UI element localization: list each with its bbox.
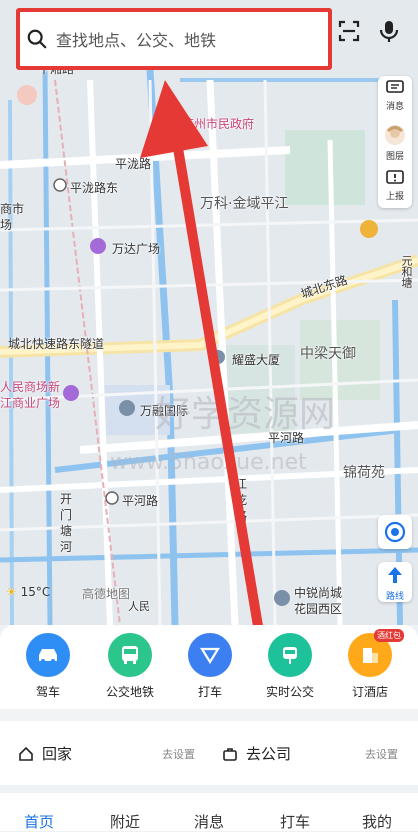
poi-label-renmin: 人民商场新	[0, 380, 61, 394]
taxi-button[interactable]: 打车	[170, 633, 250, 700]
report-button[interactable]: 上报	[378, 170, 412, 202]
sun-icon: ☀	[6, 585, 17, 599]
road-label-yuanhe: 元和塘	[400, 255, 413, 288]
road-label-kaimen: 门	[60, 508, 73, 522]
station-label-pinglong: 平泷路东	[70, 181, 119, 195]
poi-label-yaosheng: 耀盛大厦	[232, 353, 281, 367]
watermark: 好学资源网	[155, 394, 336, 435]
locate-button[interactable]	[378, 515, 412, 549]
road-label-pinglong: 平泷路	[115, 157, 152, 171]
hotel-button[interactable]: 酒红包 订酒店	[330, 629, 410, 700]
search-box[interactable]: 查找地点、公交、地铁	[16, 8, 332, 70]
station-label-pinghe: 平河路	[122, 494, 159, 508]
poi-label: 场	[0, 218, 13, 232]
home-set-link[interactable]: 去设置	[162, 746, 195, 762]
report-icon	[386, 170, 404, 184]
drive-button[interactable]: 驾车	[8, 633, 88, 700]
report-label: 上报	[385, 192, 404, 202]
poi-label: 商市	[0, 202, 25, 216]
layers-button[interactable]: 图层	[378, 124, 412, 162]
scan-icon[interactable]	[336, 18, 362, 44]
message-icon	[386, 80, 404, 93]
weather-widget: ☀ 15°C	[6, 585, 50, 599]
company-set-link[interactable]: 去设置	[365, 746, 398, 762]
poi-label-zhongliang: 中梁天御	[300, 346, 356, 362]
realtime-bus-label: 实时公交	[265, 685, 314, 699]
road-label-renmin: 人民	[128, 600, 150, 613]
route-arrow-icon	[388, 567, 402, 583]
briefcase-icon	[223, 747, 237, 761]
taxi-label: 打车	[197, 685, 222, 699]
poi-label-wanda: 万达广场	[112, 242, 161, 256]
poi-label-zhongrui: 花园西区	[294, 602, 343, 616]
transit-label: 公交地铁	[105, 685, 154, 699]
company-label: 去公司	[246, 745, 292, 763]
map-tools-panel: 消息 图层 上报	[378, 76, 412, 208]
poi-label-gov: 苏州市民政府	[182, 117, 255, 131]
weather-temp: 15°C	[20, 585, 51, 599]
road-label-expressway: 城北快速路东隧道	[8, 337, 105, 351]
bottom-tab-bar: 首页 附近 消息 打车 我的	[0, 793, 418, 831]
route-button[interactable]: 路线	[378, 562, 412, 602]
hotel-badge: 酒红包	[374, 629, 404, 642]
tab-taxi[interactable]: 打车	[280, 811, 310, 832]
home-label: 回家	[42, 745, 73, 763]
layers-label: 图层	[385, 152, 404, 162]
microphone-icon[interactable]	[376, 18, 402, 44]
drive-label: 驾车	[35, 685, 60, 699]
poi-label-renmin: 江商业广场	[0, 396, 61, 410]
realtime-bus-button[interactable]: 实时公交	[250, 633, 330, 700]
hotel-label: 订酒店	[351, 685, 388, 699]
locate-icon	[384, 521, 406, 543]
realtime-bus-icon	[268, 633, 312, 677]
bus-icon	[108, 633, 152, 677]
taxi-icon	[188, 633, 232, 677]
messages-label: 消息	[385, 102, 404, 112]
search-placeholder: 查找地点、公交、地铁	[56, 31, 217, 50]
company-shortcut[interactable]: 去公司	[222, 743, 291, 764]
transit-button[interactable]: 公交地铁	[90, 633, 170, 700]
tab-messages[interactable]: 消息	[194, 811, 224, 832]
amap-logo: 高德地图	[82, 587, 131, 601]
quick-actions-bar: 驾车 公交地铁 打车 实时公交 酒红包 订酒店	[0, 625, 418, 709]
road-label-kaimen: 开	[60, 492, 73, 506]
poi-label-wanke: 万科·金域平江	[200, 196, 289, 212]
divider	[0, 709, 418, 721]
avatar-icon	[385, 125, 405, 145]
search-icon	[27, 29, 47, 49]
tab-home[interactable]: 首页	[24, 811, 54, 832]
poi-label-jinhe: 锦荷苑	[343, 465, 385, 481]
messages-button[interactable]: 消息	[378, 80, 412, 112]
tab-nearby[interactable]: 附近	[110, 811, 140, 832]
map-view[interactable]: 平湘路 苏州市民政府 平泷路 平泷路东 商市 场 万科·金域平江 万达广场 城北…	[0, 0, 418, 625]
road-label-jiangqian: 江	[235, 477, 248, 491]
poi-label-zhongrui: 中锐尚城	[294, 586, 343, 600]
home-shortcut[interactable]: 回家	[18, 743, 72, 764]
common-places: 回家 去设置 去公司 去设置	[0, 721, 418, 785]
route-label: 路线	[385, 592, 404, 602]
car-icon	[26, 633, 70, 677]
tab-mine[interactable]: 我的	[362, 811, 392, 832]
road-label-kaimen: 塘	[60, 524, 73, 538]
road-label-jiangqian: 乾	[235, 493, 248, 507]
watermark: www.5haoxue.net	[110, 450, 307, 475]
road-label-jiangqian: 路	[235, 509, 248, 523]
road-label-kaimen: 河	[60, 540, 73, 554]
home-icon	[19, 746, 33, 761]
